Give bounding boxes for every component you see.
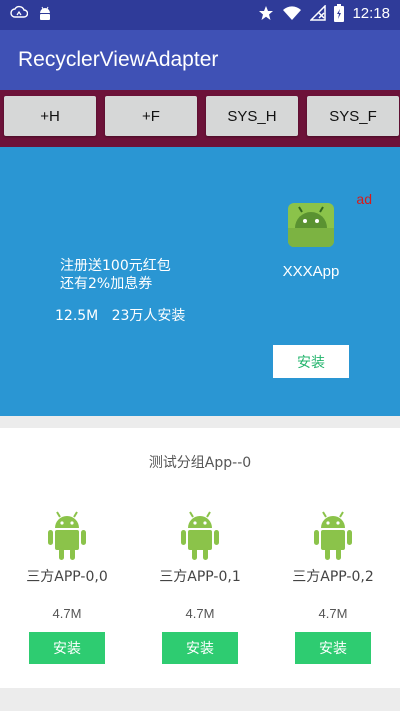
app-card[interactable]: 三方APP-0,2 4.7M 安装 — [268, 510, 398, 664]
add-header-button[interactable]: +H — [4, 96, 96, 136]
ad-badge: ad — [356, 191, 372, 207]
app-card[interactable]: 三方APP-0,1 4.7M 安装 — [135, 510, 265, 664]
status-time: 12:18 — [352, 4, 390, 22]
android-robot-icon — [181, 511, 219, 560]
app-size: 4.7M — [318, 606, 348, 621]
battery-charging-icon — [334, 4, 345, 22]
status-bar: 12:18 — [0, 0, 400, 30]
android-robot-icon — [314, 511, 352, 560]
ad-banner[interactable]: 注册送100元红包 还有2%加息券 12.5M 23万人安装 ad XXXApp… — [0, 147, 400, 416]
ad-promo-line-2: 还有2%加息券 — [60, 276, 153, 292]
wifi-icon — [283, 6, 302, 20]
app-name: 三方APP-0,1 — [159, 569, 241, 585]
ad-promo-line-1: 注册送100元红包 — [60, 258, 171, 274]
app-name: 三方APP-0,2 — [292, 569, 374, 585]
app-group-section: 测试分组App--0 三方APP-0,0 4.7M 安装 三方APP-0,1 4… — [0, 428, 400, 688]
install-button[interactable]: 安装 — [295, 632, 371, 664]
no-signal-icon — [310, 5, 327, 21]
app-card[interactable]: 三方APP-0,0 4.7M 安装 — [2, 510, 132, 664]
sys-footer-button[interactable]: SYS_F — [307, 96, 399, 136]
app-size: 4.7M — [52, 606, 82, 621]
android-robot-icon — [48, 511, 86, 560]
ad-install-button[interactable]: 安装 — [273, 345, 349, 378]
header-button-strip: +H +F SYS_H SYS_F — [0, 90, 400, 147]
app-name: 三方APP-0,0 — [26, 569, 108, 585]
android-debug-icon — [40, 6, 50, 20]
ad-app-name: XXXApp — [282, 263, 340, 280]
sys-header-button[interactable]: SYS_H — [206, 96, 298, 136]
cloud-sync-icon — [10, 5, 28, 18]
app-title: RecyclerViewAdapter — [18, 48, 219, 71]
add-footer-button[interactable]: +F — [105, 96, 197, 136]
star-icon — [259, 6, 274, 20]
android-app-icon — [288, 203, 334, 247]
install-button[interactable]: 安装 — [29, 632, 105, 664]
group-title: 测试分组App--0 — [148, 455, 252, 471]
app-size: 4.7M — [185, 606, 215, 621]
app-bar: RecyclerViewAdapter — [0, 30, 400, 90]
install-button[interactable]: 安装 — [162, 632, 238, 664]
ad-stats: 12.5M 23万人安装 — [55, 308, 186, 324]
